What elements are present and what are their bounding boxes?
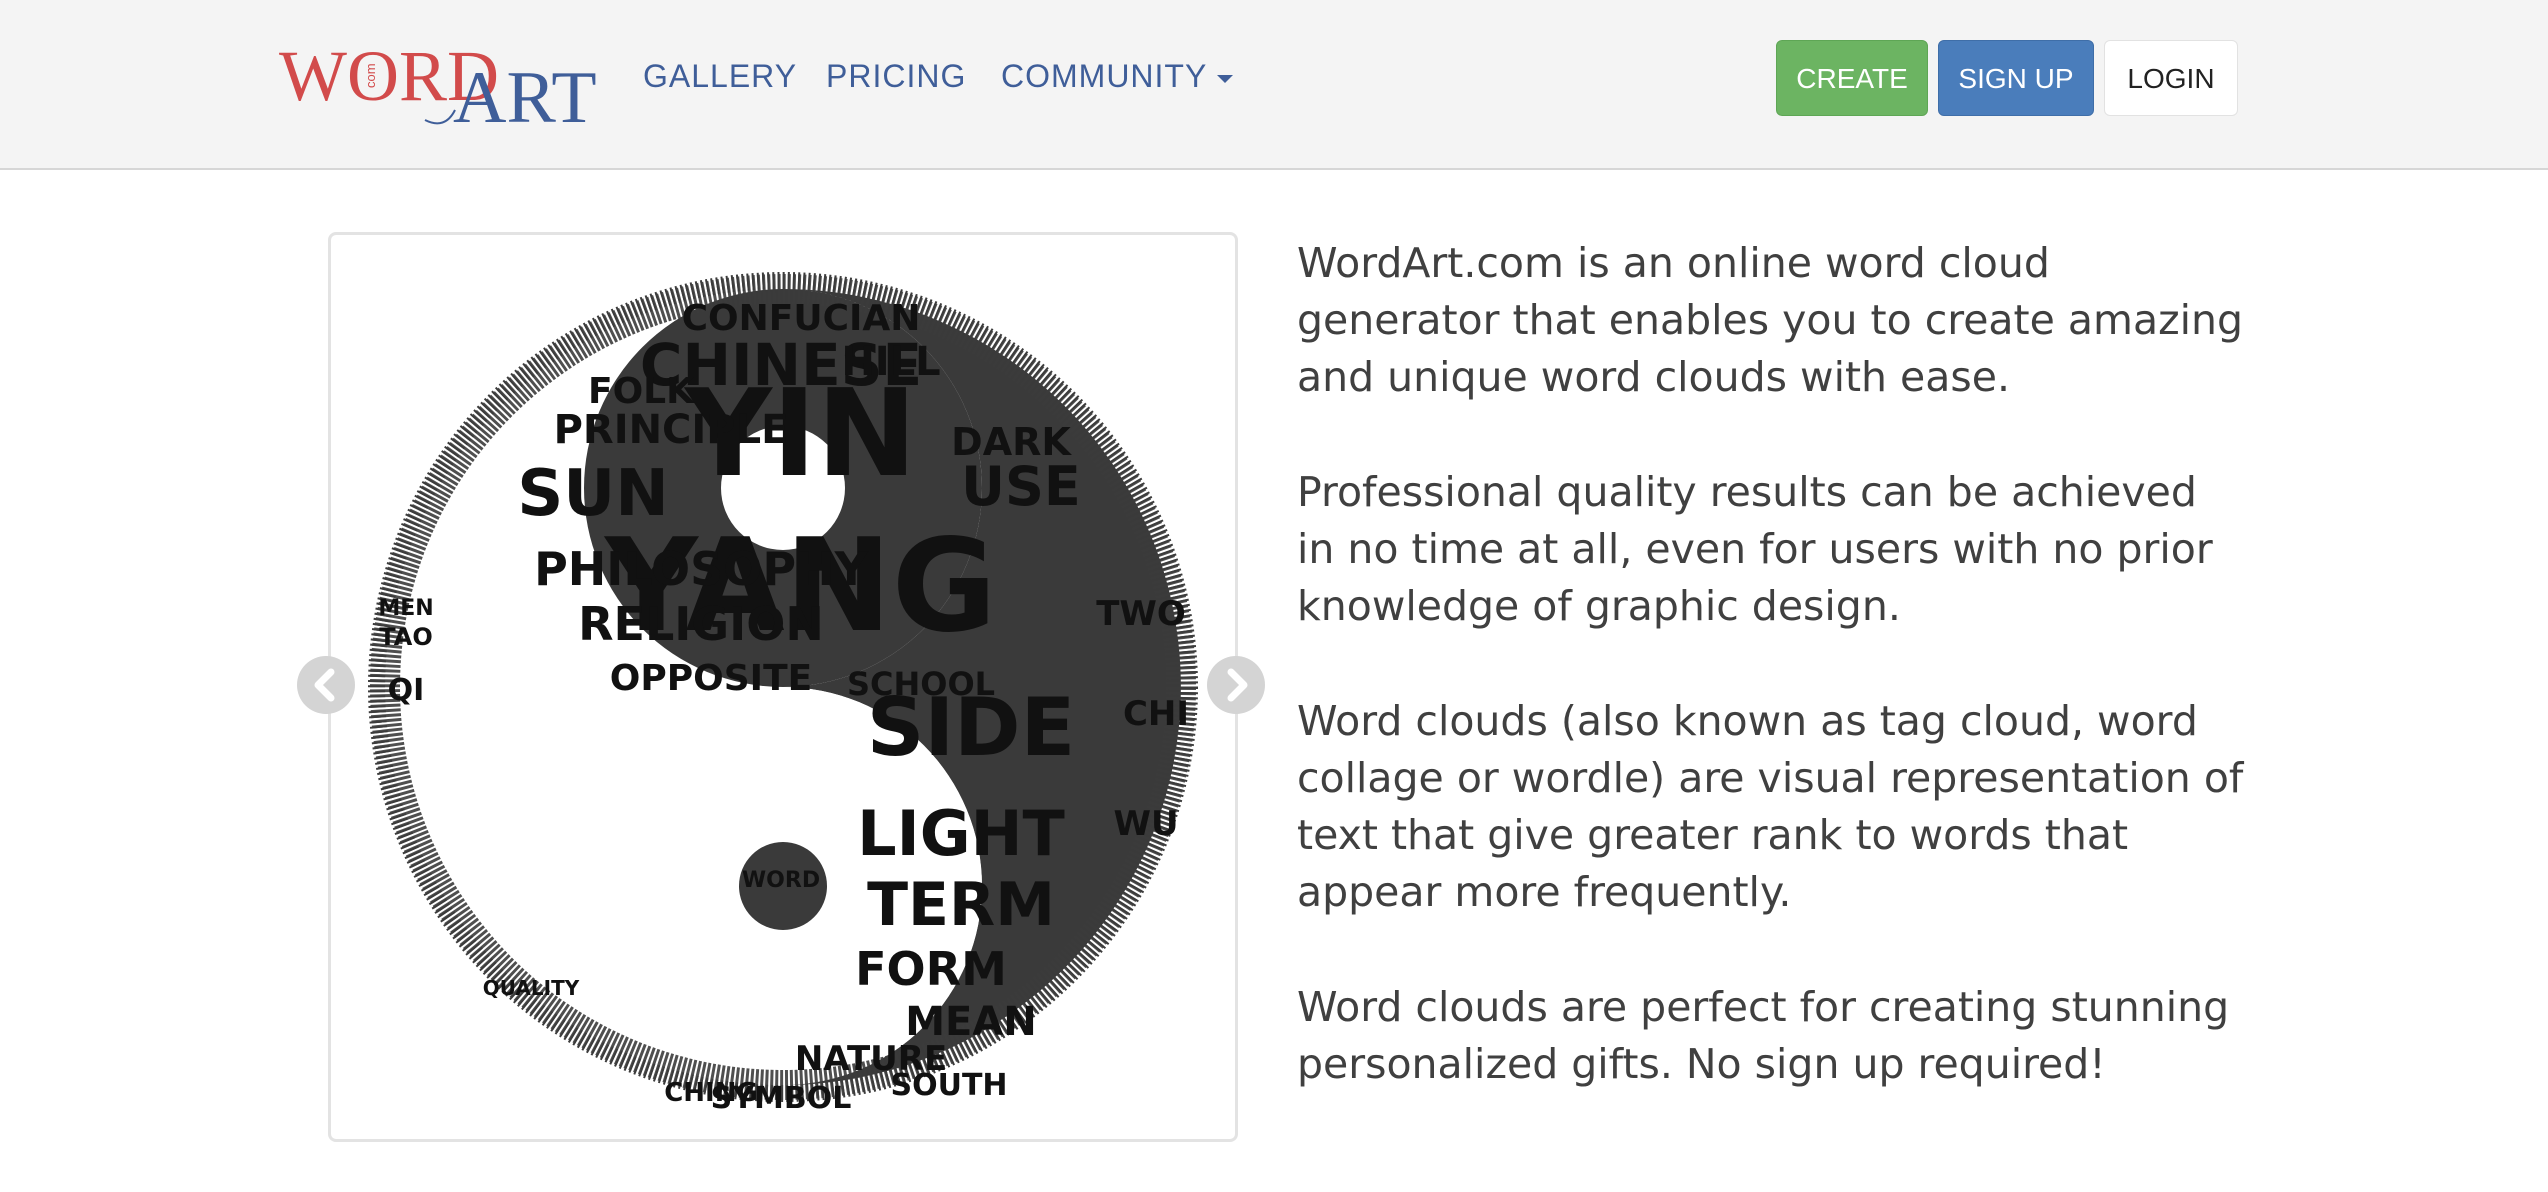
word-cloud-word: CONFUCIAN — [682, 298, 921, 339]
word-cloud-word: TERM — [867, 870, 1055, 940]
intro-description: WordArt.com is an online word cloud gene… — [1297, 232, 2247, 1151]
nav-gallery-label: GALLERY — [643, 58, 798, 94]
nav-community[interactable]: COMMUNITY — [1001, 58, 1234, 95]
top-navbar: WORD com ART GALLERY PRICING COMMUNITY C… — [0, 0, 2548, 170]
create-button[interactable]: CREATE — [1776, 40, 1928, 116]
word-cloud-word: LIGHT — [857, 797, 1065, 870]
word-cloud-word: TAO — [379, 623, 432, 651]
word-cloud-word: WORD — [742, 868, 820, 893]
chevron-left-icon — [314, 668, 335, 702]
caret-down-icon — [1217, 74, 1234, 83]
login-button-label: LOGIN — [2127, 63, 2215, 94]
wordart-logo[interactable]: WORD com ART — [275, 30, 605, 139]
logo-art-text: ART — [453, 57, 597, 135]
word-cloud-word: CHI — [1123, 694, 1189, 734]
word-cloud-word: MEN — [378, 596, 433, 621]
word-cloud-word: USE — [961, 455, 1081, 518]
word-cloud-word: FORM — [855, 942, 1007, 996]
carousel-next-button[interactable] — [1207, 656, 1265, 714]
logo-com-text: com — [363, 63, 378, 88]
word-cloud-word: SCHOOL — [847, 665, 995, 703]
chevron-right-icon — [1227, 668, 1248, 702]
word-cloud-word: RELIGION — [578, 597, 824, 651]
word-cloud-word: SOUTH — [890, 1068, 1007, 1103]
nav-gallery[interactable]: GALLERY — [643, 58, 797, 95]
word-cloud-word: QI — [388, 673, 425, 708]
description-paragraph: Word clouds (also known as tag cloud, wo… — [1297, 697, 2244, 916]
description-paragraph: WordArt.com is an online word cloud gene… — [1297, 239, 2244, 401]
image-carousel: YIN YANG SIDE CHINESE SUN PHILOSOPHY RELIGION L… — [328, 232, 1238, 1142]
yin-yang-word-cloud-image: YINYANGSIDECHINESESUNPHILOSOPHYRELIGIONL… — [368, 272, 1198, 1116]
sign-up-button[interactable]: SIGN UP — [1938, 40, 2094, 116]
word-cloud-word: HILL — [841, 339, 940, 385]
login-button[interactable]: LOGIN — [2104, 40, 2238, 116]
carousel-prev-button[interactable] — [297, 656, 355, 714]
create-button-label: CREATE — [1796, 63, 1908, 94]
description-paragraph: Professional quality results can be achi… — [1297, 468, 2213, 630]
word-cloud-word: OPPOSITE — [610, 658, 812, 699]
sign-up-button-label: SIGN UP — [1958, 63, 2074, 94]
nav-pricing[interactable]: PRICING — [826, 58, 966, 95]
nav-community-label: COMMUNITY — [1001, 58, 1208, 94]
nav-pricing-label: PRICING — [826, 58, 967, 94]
word-cloud-word: FOLK — [588, 371, 695, 412]
word-cloud-word: WU — [1113, 804, 1178, 844]
word-cloud-word: PHILOSOPHY — [534, 542, 869, 596]
word-cloud-word: SUN — [517, 457, 669, 531]
word-cloud-word: PRINCIPLE — [554, 407, 789, 453]
word-cloud-word: QUALITY — [483, 976, 580, 1000]
description-paragraph: Word clouds are perfect for creating stu… — [1297, 983, 2230, 1088]
word-cloud-word: CHING — [664, 1078, 758, 1108]
word-cloud-word: TWO — [1096, 594, 1186, 634]
